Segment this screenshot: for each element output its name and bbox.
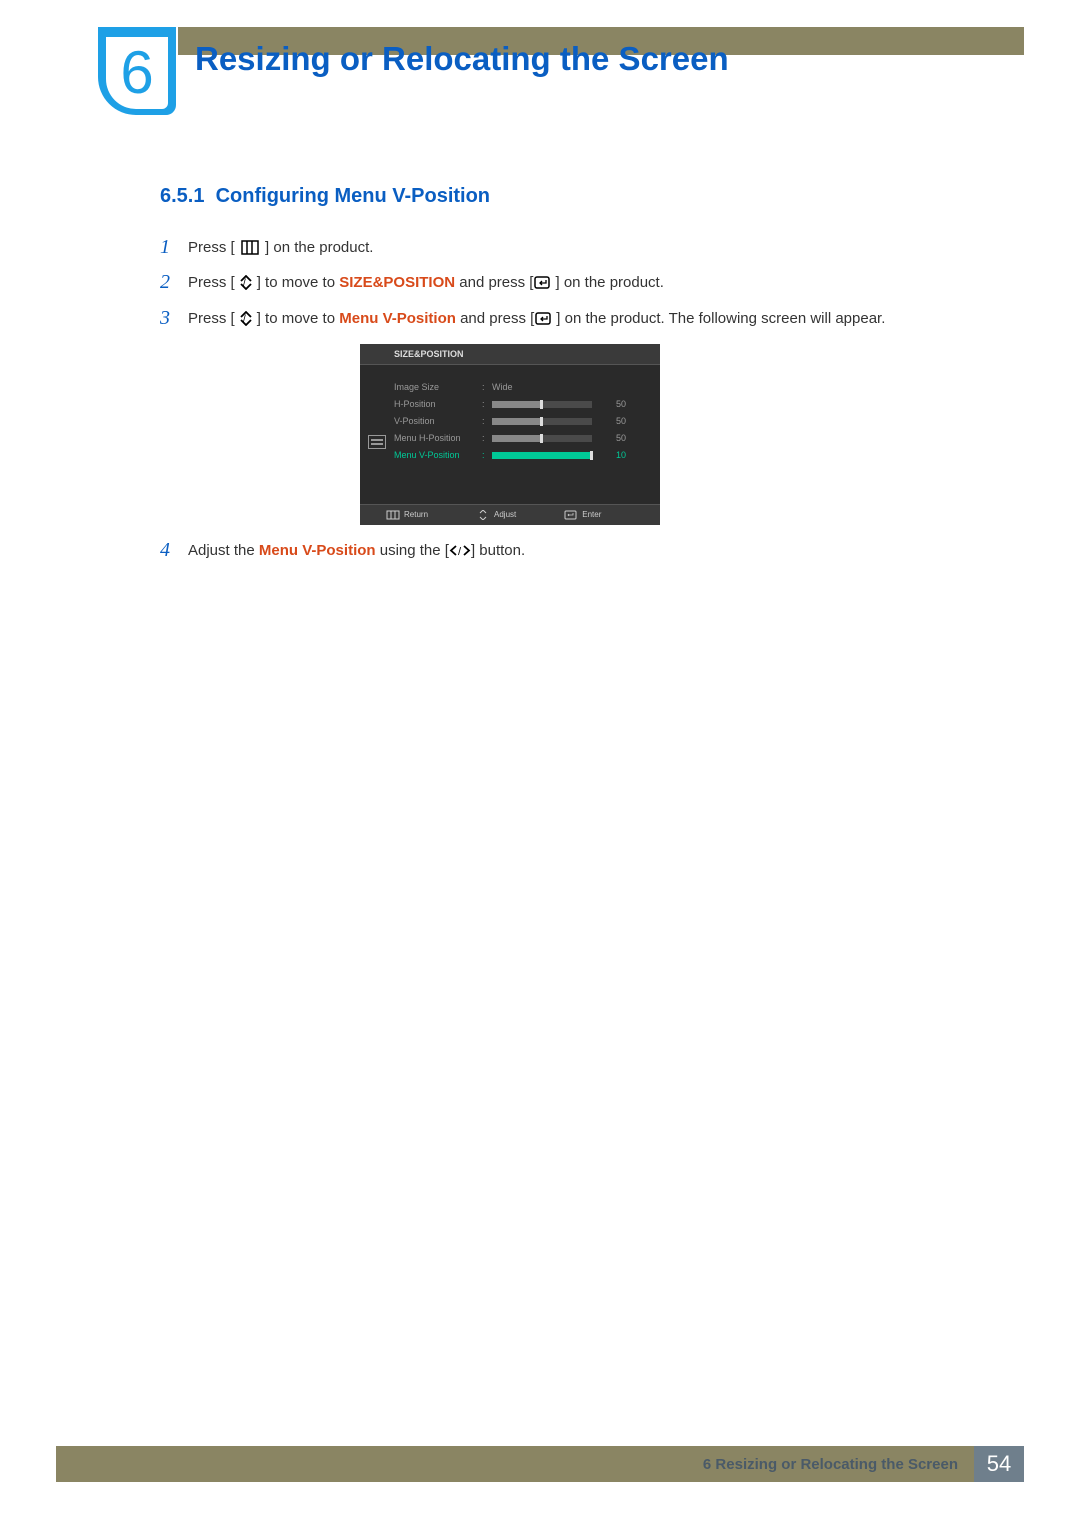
footer-bar: 6 Resizing or Relocating the Screen [56,1446,974,1482]
content-area: 6.5.1 Configuring Menu V-Position 1 Pres… [160,185,980,574]
osd-footer-return: Return [386,510,428,520]
osd-footer: Return Adjust Enter [360,505,660,525]
enter-icon [534,311,556,326]
highlight-menu-v-position: Menu V-Position [339,310,456,327]
step-text: Press [ ] on the product. [188,236,980,259]
svg-text:/: / [458,546,462,558]
chapter-badge-inner: 6 [106,37,168,109]
step-text: Press [/] to move to SIZE&POSITION and p… [188,271,980,294]
osd-row-label: Image Size [394,382,482,392]
osd-row-value: 10 [592,450,626,460]
chapter-badge: 6 [98,27,176,115]
enter-icon [564,510,578,520]
enter-icon [533,275,555,290]
svg-text:/: / [243,278,246,289]
section-heading: 6.5.1 Configuring Menu V-Position [160,185,980,208]
step-1: 1 Press [ ] on the product. [160,236,980,259]
step-text: Press [/] to move to Menu V-Position and… [188,307,980,330]
osd-title: SIZE&POSITION [360,344,660,365]
up-down-icon: / [235,311,257,326]
osd-row-value: 50 [592,399,626,409]
section-number: 6.5.1 [160,185,204,207]
osd-row-label: V-Position [394,416,482,426]
osd-row-label: Menu H-Position [394,433,482,443]
return-icon [386,510,400,520]
osd-row: Image Size:Wide [394,379,650,396]
osd-screenshot: SIZE&POSITION Image Size:WideH-Position:… [360,344,660,525]
osd-row-label: H-Position [394,399,482,409]
highlight-size-position: SIZE&POSITION [339,274,455,291]
osd-row-label: Menu V-Position [394,450,482,460]
svg-text:/: / [243,314,246,325]
footer-text: 6 Resizing or Relocating the Screen [703,1456,958,1473]
chapter-number: 6 [120,43,153,103]
step-number: 4 [160,539,188,562]
osd-row-value: Wide [492,382,513,392]
osd-rows: Image Size:WideH-Position:50V-Position:5… [394,379,660,464]
osd-row-value: 50 [592,433,626,443]
osd-footer-adjust: Adjust [476,510,516,520]
osd-slider [492,401,592,408]
left-right-icon: / [449,543,471,558]
page-number: 54 [974,1446,1024,1482]
step-text: Adjust the Menu V-Position using the [/]… [188,539,980,562]
osd-row: Menu V-Position:10 [394,447,650,464]
section-title: Configuring Menu V-Position [216,185,490,207]
menu-icon [239,240,261,255]
osd-footer-enter: Enter [564,510,601,520]
osd-sidebar [360,379,394,464]
osd-slider [492,418,592,425]
osd-row-value: 50 [592,416,626,426]
osd-row: V-Position:50 [394,413,650,430]
chapter-title: Resizing or Relocating the Screen [195,40,729,78]
step-4: 4 Adjust the Menu V-Position using the [… [160,539,980,562]
osd-row: H-Position:50 [394,396,650,413]
osd-row: Menu H-Position:50 [394,430,650,447]
up-down-icon: / [235,275,257,290]
step-2: 2 Press [/] to move to SIZE&POSITION and… [160,271,980,294]
size-position-icon [368,435,386,449]
step-number: 1 [160,236,188,259]
osd-body: Image Size:WideH-Position:50V-Position:5… [360,365,660,505]
highlight-menu-v-position: Menu V-Position [259,542,376,559]
step-number: 3 [160,307,188,330]
osd-slider [492,452,592,459]
osd-slider [492,435,592,442]
adjust-icon [476,510,490,520]
step-3: 3 Press [/] to move to Menu V-Position a… [160,307,980,330]
step-number: 2 [160,271,188,294]
